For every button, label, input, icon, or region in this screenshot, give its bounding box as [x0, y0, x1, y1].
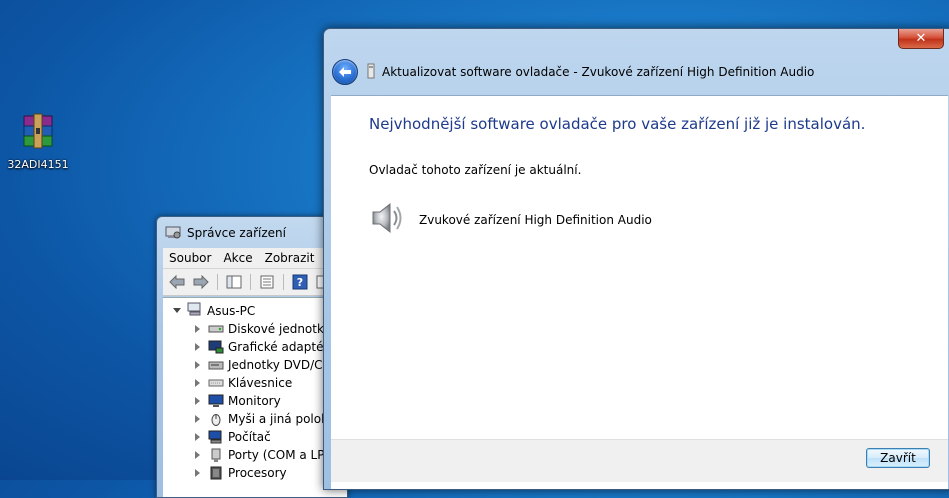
device-manager-icon [165, 224, 181, 243]
keyboard-icon [208, 376, 224, 390]
collapsed-arrow-icon[interactable] [195, 361, 200, 369]
tree-item-processors[interactable]: Procesory [195, 464, 287, 482]
tree-item-label: Monitory [228, 394, 281, 408]
device-manager-window[interactable]: Správce zařízení Soubor Akce Zobrazit ? [156, 216, 348, 498]
computer-icon [187, 302, 203, 319]
speaker-icon [369, 200, 405, 239]
tree-item-label: Procesory [228, 466, 287, 480]
mouse-icon [208, 412, 224, 426]
computer-icon [208, 430, 224, 444]
port-icon [208, 448, 224, 462]
display-adapter-icon [208, 340, 224, 354]
dialog-content: Nejvhodnější software ovladače pro vaše … [331, 95, 948, 489]
back-button[interactable] [332, 59, 358, 85]
processor-icon [208, 466, 224, 480]
tree-item-label: Počítač [228, 430, 271, 444]
tree-item-label: Klávesnice [228, 376, 293, 390]
desktop-icon-winrar[interactable]: 32ADI4151 [6, 112, 70, 171]
main-heading: Nejvhodnější software ovladače pro vaše … [369, 115, 866, 133]
disk-drive-icon [208, 322, 224, 336]
device-manager-title: Správce zařízení [187, 226, 286, 240]
tree-root-label: Asus-PC [207, 303, 256, 318]
dvd-drive-icon [208, 358, 224, 372]
monitor-icon [208, 394, 224, 408]
forward-arrow-icon[interactable] [191, 273, 211, 291]
menu-zobrazit[interactable]: Zobrazit [259, 251, 321, 265]
collapsed-arrow-icon[interactable] [195, 433, 200, 441]
tree-item-label: Jednotky DVD/CD [228, 358, 332, 372]
tree-item-dvd-drives[interactable]: Jednotky DVD/CD [195, 356, 332, 374]
tree-item-label: Porty (COM a LPT) [228, 448, 337, 462]
status-text: Ovladač tohoto zařízení je aktuální. [369, 163, 582, 177]
svg-text:?: ? [297, 276, 303, 289]
menu-akce[interactable]: Akce [217, 251, 258, 265]
device-manager-titlebar[interactable]: Správce zařízení [165, 223, 286, 243]
dialog-header: Aktualizovat software ovladače - Zvukové… [366, 63, 814, 82]
close-icon: ✕ [915, 31, 927, 46]
tree-root[interactable]: Asus-PC [173, 302, 255, 319]
tree-item-computer[interactable]: Počítač [195, 428, 271, 446]
dialog-navigation-bar: Aktualizovat software ovladače - Zvukové… [330, 54, 948, 90]
expanded-arrow-icon[interactable] [173, 308, 181, 313]
collapsed-arrow-icon[interactable] [195, 469, 200, 477]
device-row: Zvukové zařízení High Definition Audio [369, 200, 652, 239]
back-arrow-icon [339, 67, 351, 77]
toolbar-separator [283, 274, 284, 290]
tree-item-disk-drives[interactable]: Diskové jednotky [195, 320, 331, 338]
close-button[interactable]: Zavřít [866, 448, 930, 468]
tree-item-ports[interactable]: Porty (COM a LPT) [195, 446, 336, 464]
collapsed-arrow-icon[interactable] [195, 343, 200, 351]
tree-item-label: Grafické adaptéry [228, 340, 336, 354]
archive-icon [16, 112, 60, 156]
device-manager-small-icon [366, 63, 376, 82]
collapsed-arrow-icon[interactable] [195, 325, 200, 333]
dialog-footer: Zavřít [331, 439, 948, 482]
menu-soubor[interactable]: Soubor [163, 251, 217, 265]
tree-item-display-adapters[interactable]: Grafické adaptéry [195, 338, 336, 356]
tree-item-label: Diskové jednotky [228, 322, 331, 336]
device-name: Zvukové zařízení High Definition Audio [419, 212, 652, 227]
collapsed-arrow-icon[interactable] [195, 451, 200, 459]
tree-item-monitors[interactable]: Monitory [195, 392, 281, 410]
collapsed-arrow-icon[interactable] [195, 415, 200, 423]
properties-icon[interactable] [257, 273, 277, 291]
toolbar-separator [217, 274, 218, 290]
desktop-icon-label: 32ADI4151 [7, 158, 69, 171]
tree-item-keyboards[interactable]: Klávesnice [195, 374, 292, 392]
show-hide-tree-icon[interactable] [224, 273, 244, 291]
device-tree: Asus-PC Diskové jednotky Grafické adapté… [163, 297, 347, 497]
toolbar-separator [250, 274, 251, 290]
update-driver-dialog[interactable]: ✕ Aktualizovat software ovladače - Zvuko… [323, 28, 949, 490]
device-manager-toolbar: ? [163, 269, 347, 296]
device-manager-menubar: Soubor Akce Zobrazit [163, 248, 347, 269]
dialog-nav-title: Aktualizovat software ovladače - Zvukové… [382, 65, 815, 79]
collapsed-arrow-icon[interactable] [195, 379, 200, 387]
back-arrow-icon[interactable] [167, 273, 187, 291]
window-close-button[interactable]: ✕ [898, 29, 944, 49]
help-icon[interactable]: ? [290, 273, 310, 291]
collapsed-arrow-icon[interactable] [195, 397, 200, 405]
